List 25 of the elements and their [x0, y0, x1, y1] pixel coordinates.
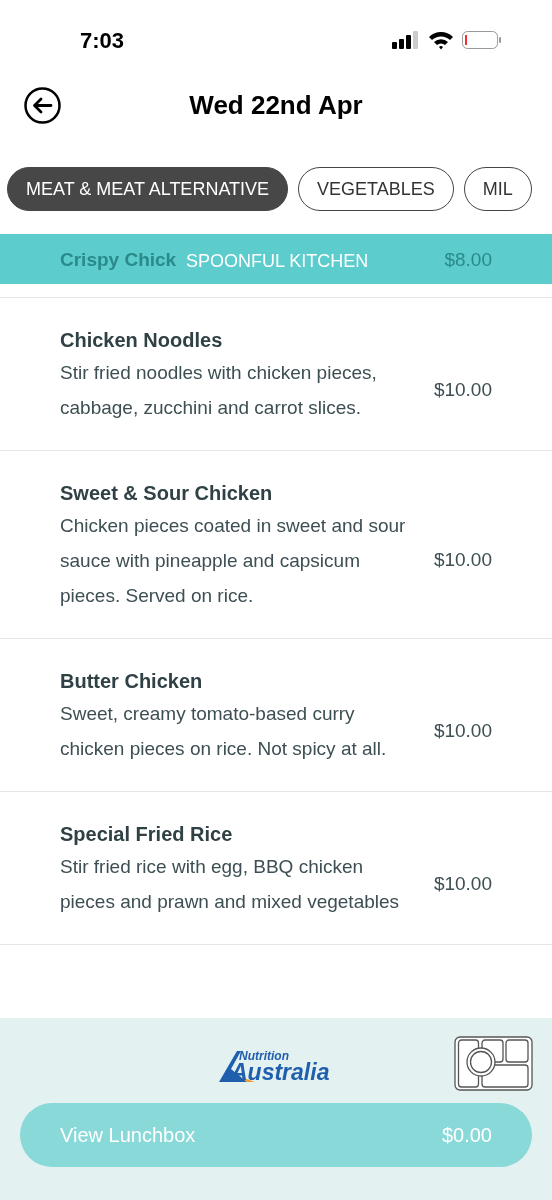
- dish-description: Chicken pieces coated in sweet and sour sauce with pineapple and capsicum pieces. Served on rice.: [60, 514, 407, 608]
- dish-price: $8.00: [444, 248, 492, 272]
- dish-description: Stir fried rice with egg, BBQ chicken pieces and prawn and mixed vegetables: [60, 855, 401, 914]
- category-tab[interactable]: VEGETABLES: [298, 167, 454, 211]
- dish-description: Sweet, creamy tomato-based curry chicken pieces on rice. Not spicy at all.: [60, 702, 388, 761]
- dish-name: Chicken Noodles: [60, 328, 224, 353]
- section-title: SPOONFUL KITCHEN: [186, 250, 369, 273]
- status-time: 7:03: [80, 26, 125, 55]
- dish-price: $10.00: [433, 718, 492, 743]
- battery-icon: [462, 30, 502, 50]
- lunchbox-icon: [454, 1036, 533, 1091]
- dish-name: Crispy Chick: [60, 248, 177, 272]
- dish-price: $10.00: [433, 548, 492, 573]
- dish-name: Butter Chicken: [60, 669, 204, 694]
- category-tab[interactable]: MIL: [463, 167, 532, 211]
- wifi-icon: [428, 30, 454, 50]
- dish-name: Special Fried Rice: [60, 822, 234, 847]
- dish-price: $10.00: [433, 871, 492, 896]
- back-button[interactable]: [24, 87, 61, 124]
- dish-name: Sweet & Sour Chicken: [60, 481, 274, 506]
- page-title: Wed 22nd Apr: [189, 88, 363, 122]
- dish-price: $10.00: [433, 377, 492, 402]
- category-tab[interactable]: MEAT & MEAT ALTERNATIVE: [7, 167, 289, 211]
- dish-description: Stir fried noodles with chicken pieces, cabbage, zucchini and carrot slices.: [60, 361, 378, 420]
- signal-icon: [392, 31, 420, 49]
